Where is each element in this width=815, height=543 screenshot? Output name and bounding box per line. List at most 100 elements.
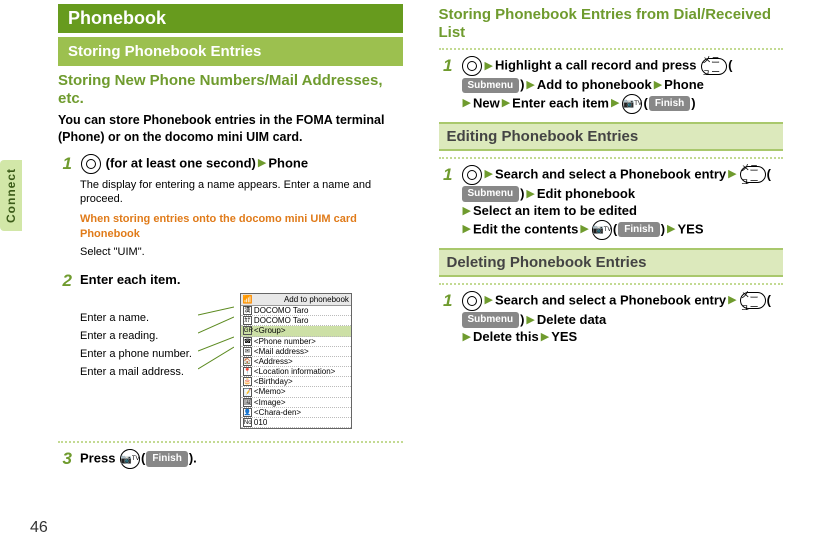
- step-body: ▶Search and select a Phonebook entry▶メニュ…: [461, 291, 784, 346]
- sc-row-name: 漢DOCOMO Taro: [241, 306, 351, 316]
- softkey-finish: Finish: [618, 222, 659, 238]
- t: Search and select a Phonebook entry: [495, 166, 726, 181]
- nav-arrow-icon: ▶: [461, 205, 473, 217]
- sc-row-location: 📍<Location information>: [241, 367, 351, 377]
- t: Edit phonebook: [537, 186, 635, 201]
- nav-arrow-icon: ▶: [524, 79, 536, 91]
- paren-open: (: [613, 221, 617, 236]
- step-number: 1: [439, 56, 453, 114]
- step-body: Enter each item. Enter a name. Enter a r…: [80, 271, 403, 435]
- step-2: 2 Enter each item. Enter a name. Enter a…: [58, 271, 403, 435]
- nav-arrow-icon: ▶: [461, 223, 473, 235]
- dotted-divider: [439, 157, 784, 159]
- step-note: The display for entering a name appears.…: [80, 178, 403, 207]
- side-tab-connect: Connect: [0, 160, 22, 231]
- delete-section-header: Deleting Phonebook Entries: [439, 248, 784, 277]
- menu-key-icon: メニュー: [740, 292, 766, 309]
- sc-value: <Mail address>: [254, 347, 309, 356]
- camera-key-icon: 📷TV: [622, 94, 642, 114]
- step-number: 3: [58, 449, 72, 469]
- menu-key-icon: メニュー: [740, 166, 766, 183]
- sc-row-birthday: 🎂<Birthday>: [241, 377, 351, 387]
- left-column: Phonebook Storing Phonebook Entries Stor…: [0, 4, 415, 475]
- softkey-submenu: Submenu: [462, 78, 520, 94]
- label-phone: Enter a phone number.: [80, 345, 192, 363]
- softkey-finish: Finish: [649, 96, 690, 112]
- sc-value: <Group>: [254, 326, 286, 335]
- dotted-divider: [439, 283, 784, 285]
- uim-note-body: Select "UIM".: [80, 245, 403, 259]
- sc-field-icon: GR: [243, 326, 252, 335]
- sc-row-charaden: 👤<Chara-den>: [241, 408, 351, 418]
- sc-value: <Address>: [254, 357, 293, 366]
- sc-row-reading: ｶﾅDOCOMO Taro: [241, 316, 351, 326]
- camera-key-icon: 📷TV: [592, 220, 612, 240]
- sc-row-memory: No010: [241, 418, 351, 428]
- step-text-a: Press: [80, 451, 119, 466]
- sc-row-address: 🏠<Address>: [241, 357, 351, 367]
- step-3: 3 Press 📷TV(Finish).: [58, 449, 403, 469]
- nav-arrow-icon: ▶: [483, 168, 495, 180]
- t: Add to phonebook: [537, 77, 652, 92]
- nav-arrow-icon: ▶: [726, 294, 738, 306]
- edit-step-1: 1 ▶Search and select a Phonebook entry▶メ…: [439, 165, 784, 240]
- sc-value: <Memo>: [254, 387, 286, 396]
- sc-row-phone: ☎<Phone number>: [241, 337, 351, 347]
- t: New: [473, 95, 500, 110]
- t: Highlight a call record and press: [495, 57, 700, 72]
- sc-row-image: 🖼<Image>: [241, 398, 351, 408]
- sc-field-icon: 漢: [243, 306, 252, 315]
- center-key-icon: [462, 165, 482, 185]
- menu-key-icon: メニュー: [701, 58, 727, 75]
- softkey-finish: Finish: [146, 451, 187, 467]
- sc-field-icon: 🎂: [243, 377, 252, 386]
- page-number: 46: [30, 519, 48, 537]
- sc-value: <Image>: [254, 398, 286, 407]
- label-reading: Enter a reading.: [80, 327, 192, 345]
- step-number: 2: [58, 271, 72, 435]
- nav-arrow-icon: ▶: [652, 79, 664, 91]
- label-mail: Enter a mail address.: [80, 363, 192, 381]
- softkey-submenu: Submenu: [462, 186, 520, 202]
- nav-arrow-icon: ▶: [524, 314, 536, 326]
- sc-field-icon: ☎: [243, 337, 252, 346]
- sc-field-icon: 📍: [243, 367, 252, 376]
- nav-arrow-icon: ▶: [609, 97, 621, 109]
- field-labels-block: Enter a name. Enter a reading. Enter a p…: [80, 293, 403, 429]
- t: Enter each item: [512, 95, 609, 110]
- nav-arrow-icon: ▶: [256, 157, 268, 169]
- nav-arrow-icon: ▶: [665, 223, 677, 235]
- t: YES: [678, 221, 704, 236]
- lead-text: You can store Phonebook entries in the F…: [58, 112, 403, 146]
- t: Delete this: [473, 329, 539, 344]
- sc-field-icon: ｶﾅ: [243, 316, 252, 325]
- step-text-b: Phone: [268, 155, 308, 170]
- sc-field-icon: 🖼: [243, 398, 252, 407]
- step-1: 1 (for at least one second)▶Phone The di…: [58, 154, 403, 265]
- right-column: Storing Phonebook Entries from Dial/Rece…: [415, 4, 796, 475]
- t: Search and select a Phonebook entry: [495, 292, 726, 307]
- center-key-icon: [81, 154, 101, 174]
- paren-open: (: [767, 166, 771, 181]
- uim-note-title: When storing entries onto the docomo min…: [80, 212, 403, 241]
- page-content: Phonebook Storing Phonebook Entries Stor…: [0, 0, 815, 475]
- nav-arrow-icon: ▶: [524, 188, 536, 200]
- sc-value: DOCOMO Taro: [254, 306, 309, 315]
- sc-row-memo: 📝<Memo>: [241, 387, 351, 397]
- nav-arrow-icon: ▶: [578, 223, 590, 235]
- connector-svg: [198, 293, 234, 388]
- delete-step-1: 1 ▶Search and select a Phonebook entry▶メ…: [439, 291, 784, 346]
- subsection-head: Storing New Phone Numbers/Mail Addresses…: [58, 72, 403, 108]
- step-body: ▶Search and select a Phonebook entry▶メニュ…: [461, 165, 784, 240]
- sc-value: 010: [254, 418, 267, 427]
- step-body: Press 📷TV(Finish).: [80, 449, 403, 469]
- step-body: ▶Highlight a call record and press メニュー(…: [461, 56, 784, 114]
- t: Select an item to be edited: [473, 203, 637, 218]
- sc-signal-icon: 📶: [243, 295, 253, 304]
- softkey-submenu: Submenu: [462, 312, 520, 328]
- sc-value: <Location information>: [254, 367, 335, 376]
- sc-value: <Phone number>: [254, 337, 316, 346]
- center-key-icon: [462, 291, 482, 311]
- sc-field-icon: 📝: [243, 388, 252, 397]
- sc-row-group: GR<Group>: [241, 326, 351, 336]
